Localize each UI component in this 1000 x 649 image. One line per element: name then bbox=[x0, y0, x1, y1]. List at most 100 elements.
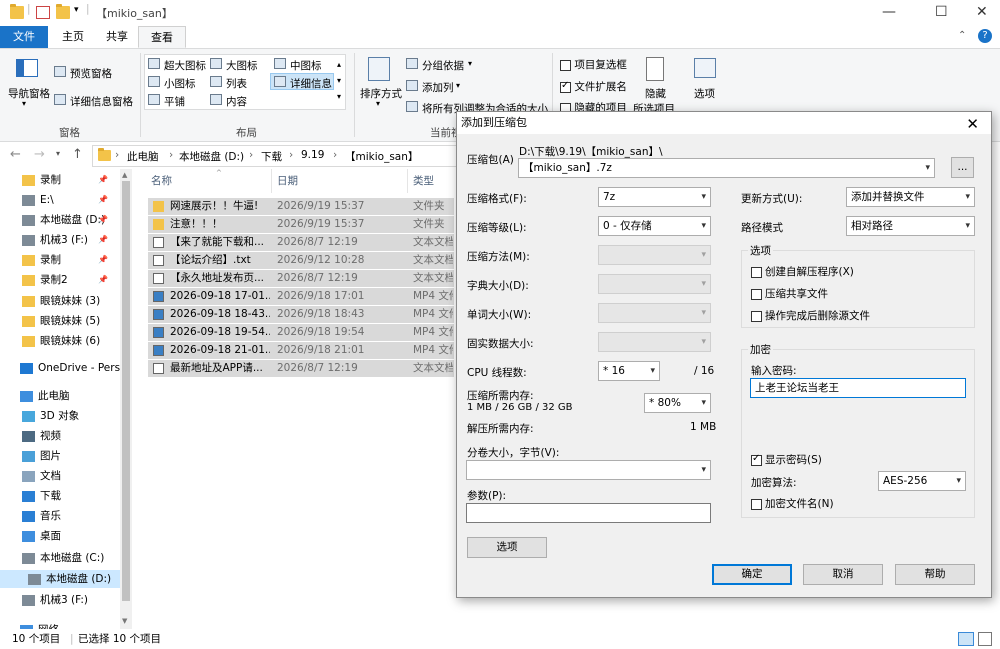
update-mode-select[interactable]: 添加并替换文件 ▾ bbox=[846, 187, 975, 207]
details-view-icon[interactable] bbox=[958, 632, 974, 646]
tab-view[interactable]: 查看 bbox=[138, 26, 186, 48]
address-bar[interactable]: › 此电脑 › 本地磁盘 (D:) › 下载 › 9.19 › 【mikio_s… bbox=[92, 145, 462, 167]
column-divider[interactable] bbox=[271, 169, 272, 193]
layout-tiles[interactable]: 平铺 bbox=[164, 94, 185, 109]
password-input[interactable]: 上老王论坛当老王 bbox=[750, 378, 966, 398]
group-by-button[interactable]: 分组依据 bbox=[422, 58, 464, 73]
encrypt-names-toggle[interactable]: 加密文件名(N) bbox=[751, 496, 834, 511]
layout-m-icons[interactable]: 中图标 bbox=[290, 58, 322, 73]
preview-pane-button[interactable]: 预览窗格 bbox=[70, 66, 112, 81]
scroll-down-icon[interactable]: ▼ bbox=[122, 617, 127, 625]
nav-item[interactable]: 眼镜妹妹 (5) bbox=[22, 312, 122, 330]
nav-item[interactable]: 视频 bbox=[22, 427, 122, 445]
format-select[interactable]: 7z ▾ bbox=[598, 187, 711, 207]
file-row[interactable]: 最新地址及APP请... 2026/8/7 12:19 文本文档 bbox=[148, 360, 454, 377]
item-checkbox-checkbox[interactable] bbox=[560, 59, 571, 71]
sort-button[interactable]: 排序方式 bbox=[360, 86, 402, 101]
nav-item[interactable]: 眼镜妹妹 (3) bbox=[22, 292, 122, 310]
encryption-method-select[interactable]: AES-256 ▾ bbox=[878, 471, 966, 491]
forward-icon[interactable]: → bbox=[34, 147, 45, 162]
shared-files-toggle[interactable]: 压缩共享文件 bbox=[751, 286, 828, 301]
file-row[interactable]: 【永久地址发布页... 2026/8/7 12:19 文本文档 bbox=[148, 270, 454, 287]
collapse-ribbon-icon[interactable]: ⌃ bbox=[958, 30, 966, 41]
show-password-toggle[interactable]: 显示密码(S) bbox=[751, 452, 822, 467]
chevron-down-icon[interactable]: ▾ bbox=[925, 159, 930, 177]
nav-pane-button[interactable]: 导航窗格 bbox=[8, 86, 50, 101]
nav-item[interactable]: OneDrive - Perso bbox=[20, 359, 120, 377]
close-button[interactable]: ✕ bbox=[976, 4, 988, 20]
nav-item[interactable]: 本地磁盘 (D:) bbox=[0, 570, 120, 588]
split-volume-select[interactable]: ▾ bbox=[466, 460, 711, 480]
layout-list[interactable]: 列表 bbox=[226, 76, 247, 91]
breadcrumb-current[interactable]: 【mikio_san】 bbox=[345, 149, 418, 164]
hide-button[interactable]: 隐藏 bbox=[645, 86, 666, 101]
add-column-button[interactable]: 添加列 bbox=[422, 80, 454, 95]
delete-after-toggle[interactable]: 操作完成后删除源文件 bbox=[751, 308, 870, 323]
scroll-thumb[interactable] bbox=[122, 181, 130, 601]
nav-item[interactable]: 录制 📌 bbox=[22, 171, 122, 189]
file-row[interactable]: 2026-09-18 19-54... 2026/9/18 19:54 MP4 文件 bbox=[148, 324, 454, 341]
recent-locations-icon[interactable]: ▾ bbox=[56, 149, 60, 158]
tab-home[interactable]: 主页 bbox=[50, 26, 96, 48]
dialog-close-icon[interactable]: ✕ bbox=[966, 113, 979, 135]
file-row[interactable]: 2026-09-18 17-01... 2026/9/18 17:01 MP4 文件 bbox=[148, 288, 454, 305]
large-icons-view-icon[interactable] bbox=[978, 632, 992, 646]
show-password-checkbox[interactable] bbox=[751, 453, 762, 466]
nav-item[interactable]: 文档 bbox=[22, 467, 122, 485]
breadcrumb-drive-d[interactable]: 本地磁盘 (D:) bbox=[179, 149, 244, 164]
nav-item[interactable]: 机械3 (F:) bbox=[22, 591, 122, 609]
item-checkbox-toggle[interactable]: 项目复选框 bbox=[560, 57, 627, 72]
details-pane-button[interactable]: 详细信息窗格 bbox=[70, 94, 133, 109]
nav-item[interactable]: 3D 对象 bbox=[22, 407, 122, 425]
column-divider[interactable] bbox=[407, 169, 408, 193]
cpu-threads-select[interactable]: * 16 ▾ bbox=[598, 361, 660, 381]
help-button[interactable]: 帮助 bbox=[895, 564, 975, 585]
maximize-button[interactable]: ☐ bbox=[935, 4, 948, 20]
tab-file[interactable]: 文件 bbox=[0, 26, 48, 48]
options-button[interactable]: 选项 bbox=[467, 537, 547, 558]
nav-item[interactable]: 此电脑 bbox=[20, 387, 120, 405]
column-header-name[interactable]: 名称 bbox=[151, 173, 172, 188]
file-row[interactable]: 注意！！！ 2026/9/19 15:37 文件夹 bbox=[148, 216, 454, 233]
properties-icon[interactable] bbox=[36, 6, 50, 19]
nav-item[interactable]: 桌面 bbox=[22, 527, 122, 545]
nav-item[interactable]: 音乐 bbox=[22, 507, 122, 525]
up-icon[interactable]: ↑ bbox=[72, 147, 83, 162]
options-button[interactable]: 选项 bbox=[694, 86, 715, 101]
file-row[interactable]: 2026-09-18 18-43... 2026/9/18 18:43 MP4 文件 bbox=[148, 306, 454, 323]
nav-item[interactable]: 图片 bbox=[22, 447, 122, 465]
shared-files-checkbox[interactable] bbox=[751, 288, 762, 300]
sfx-toggle[interactable]: 创建自解压程序(X) bbox=[751, 264, 854, 279]
sfx-checkbox[interactable] bbox=[751, 266, 762, 278]
breadcrumb-downloads[interactable]: 下载 bbox=[261, 149, 282, 164]
nav-item[interactable]: 眼镜妹妹 (6) bbox=[22, 332, 122, 350]
file-row[interactable]: 【来了就能下载和... 2026/8/7 12:19 文本文档 bbox=[148, 234, 454, 251]
file-row[interactable]: 【论坛介绍】.txt 2026/9/12 10:28 文本文档 bbox=[148, 252, 454, 269]
gallery-scroll-icon[interactable]: ▴ ▾ ▾ bbox=[337, 57, 341, 105]
browse-button[interactable]: ... bbox=[951, 157, 974, 178]
layout-details[interactable]: 详细信息 bbox=[290, 76, 332, 91]
column-header-type[interactable]: 类型 bbox=[413, 173, 434, 188]
archive-name-combo[interactable]: 【mikio_san】.7z ▾ bbox=[518, 158, 935, 178]
minimize-button[interactable]: — bbox=[882, 4, 896, 20]
nav-item[interactable]: E:\ 📌 bbox=[22, 191, 122, 209]
new-folder-icon[interactable] bbox=[56, 4, 70, 19]
path-mode-select[interactable]: 相对路径 ▾ bbox=[846, 216, 975, 236]
help-icon[interactable]: ? bbox=[978, 29, 992, 43]
nav-scrollbar[interactable]: ▲ ▼ bbox=[120, 169, 132, 629]
nav-item[interactable]: 下载 bbox=[22, 487, 122, 505]
parameters-input[interactable] bbox=[466, 503, 711, 523]
encrypt-names-checkbox[interactable] bbox=[751, 498, 762, 510]
nav-item[interactable]: 录制 📌 bbox=[22, 251, 122, 269]
nav-item[interactable]: 机械3 (F:) 📌 bbox=[22, 231, 122, 249]
nav-item[interactable]: 录制2 📌 bbox=[22, 271, 122, 289]
breadcrumb-9-19[interactable]: 9.19 bbox=[301, 149, 324, 161]
delete-after-checkbox[interactable] bbox=[751, 310, 762, 322]
scroll-up-icon[interactable]: ▲ bbox=[122, 171, 127, 179]
level-select[interactable]: 0 - 仅存储 ▾ bbox=[598, 216, 711, 236]
ok-button[interactable]: 确定 bbox=[712, 564, 792, 585]
breadcrumb-this-pc[interactable]: 此电脑 bbox=[127, 149, 159, 164]
layout-content[interactable]: 内容 bbox=[226, 94, 247, 109]
column-header-date[interactable]: 日期 bbox=[277, 173, 298, 188]
layout-xl-icons[interactable]: 超大图标 bbox=[164, 58, 206, 73]
